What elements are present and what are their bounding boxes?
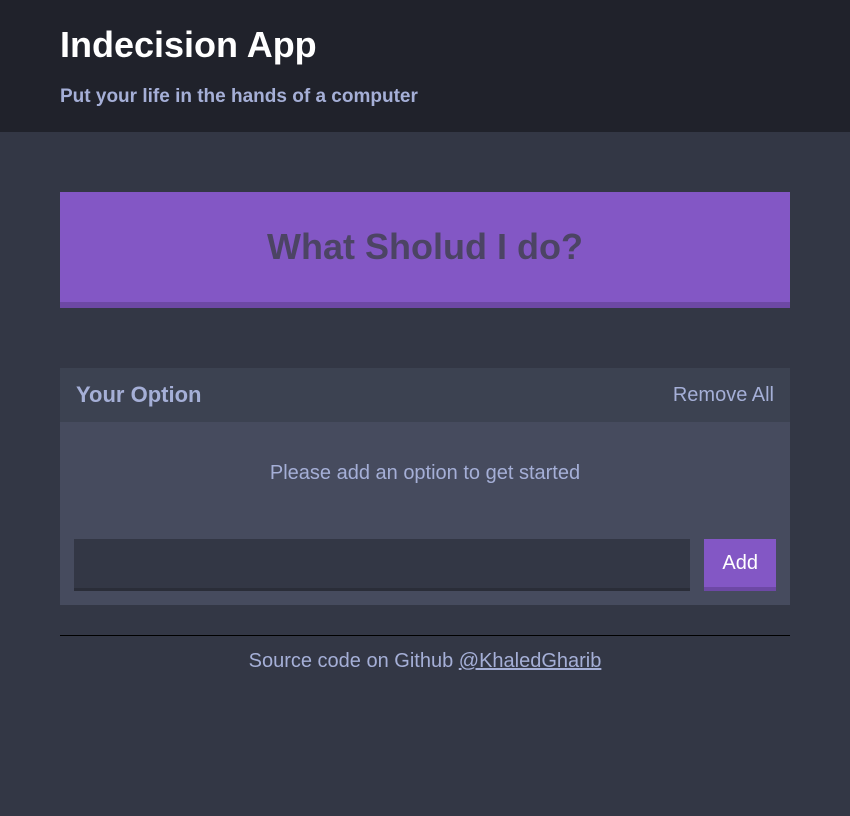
footer-text: Source code on Github: [249, 650, 459, 672]
footer: Source code on Github @KhaledGharib: [60, 635, 790, 673]
widget-title: Your Option: [76, 382, 201, 408]
empty-message: Please add an option to get started: [60, 422, 790, 525]
remove-all-button[interactable]: Remove All: [673, 384, 774, 407]
add-option-form: Add: [60, 525, 790, 605]
page-subtitle: Put your life in the hands of a computer: [60, 86, 790, 108]
page-title: Indecision App: [60, 24, 790, 66]
what-should-i-do-button[interactable]: What Sholud I do?: [60, 192, 790, 308]
option-input[interactable]: [74, 539, 690, 591]
add-button[interactable]: Add: [704, 539, 776, 591]
options-widget: Your Option Remove All Please add an opt…: [60, 368, 790, 605]
header: Indecision App Put your life in the hand…: [0, 0, 850, 132]
widget-header: Your Option Remove All: [60, 368, 790, 422]
footer-link[interactable]: @KhaledGharib: [459, 650, 602, 672]
action-section: What Sholud I do?: [60, 132, 790, 368]
